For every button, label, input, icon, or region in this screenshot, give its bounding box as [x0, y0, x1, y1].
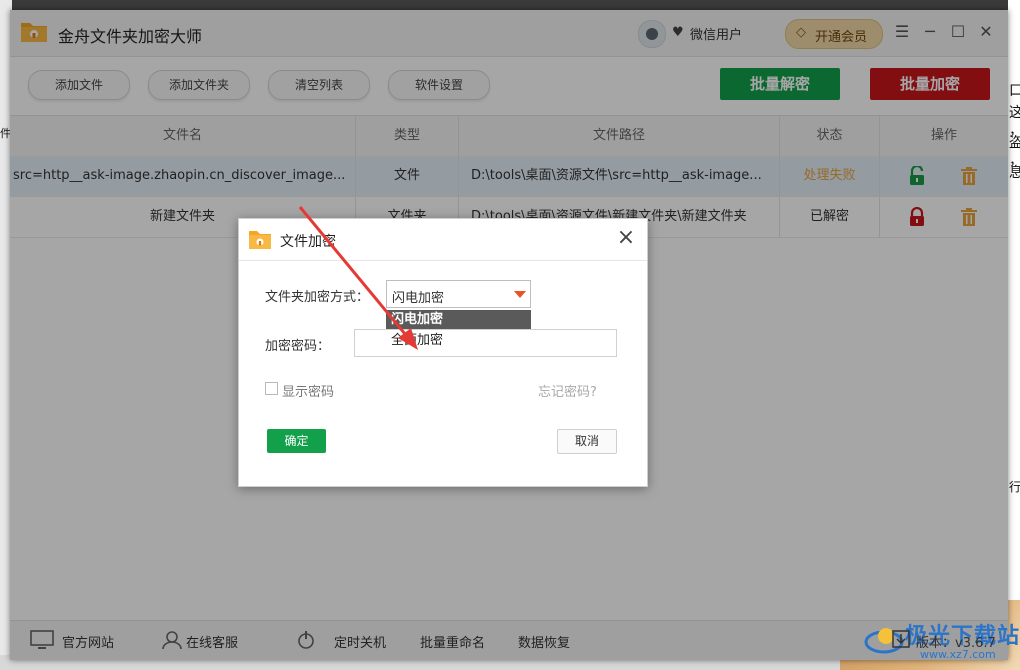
folder-lock-logo-icon	[249, 231, 271, 249]
select-value: 闪电加密	[392, 291, 445, 306]
encrypt-dialog: 文件加密 × 文件夹加密方式： 闪电加密 加密密码： 闪电加密 全面加密 显示密…	[238, 218, 648, 487]
desktop-right-char: 这	[1009, 105, 1020, 121]
show-password-label[interactable]: 显示密码	[282, 381, 334, 400]
desktop-right-char: 息	[1009, 165, 1020, 181]
chevron-down-icon	[514, 291, 526, 298]
password-label: 加密密码：	[265, 339, 331, 354]
encrypt-method-dropdown: 闪电加密 全面加密	[386, 310, 531, 354]
encrypt-method-label: 文件夹加密方式：	[265, 290, 370, 305]
desktop-right-edge	[1008, 0, 1020, 670]
dropdown-option[interactable]: 全面加密	[386, 330, 531, 352]
dropdown-option[interactable]: 闪电加密	[386, 310, 531, 329]
desktop-right-char: 口	[1009, 83, 1020, 99]
encrypt-method-select[interactable]: 闪电加密	[386, 280, 531, 308]
show-password-checkbox[interactable]	[265, 382, 278, 395]
dialog-close-icon[interactable]: ×	[613, 225, 639, 251]
forgot-password-link[interactable]: 忘记密码?	[538, 381, 597, 400]
dialog-title: 文件加密	[280, 234, 336, 250]
download-icon	[892, 630, 910, 648]
dialog-header: 文件加密 ×	[239, 219, 647, 261]
confirm-button[interactable]: 确定	[267, 429, 326, 453]
cancel-button[interactable]: 取消	[557, 429, 617, 454]
version-label: 版本：v3.6.7	[916, 636, 996, 651]
desktop-right-char: 行	[1009, 480, 1020, 494]
desktop-right-char: 盗	[1009, 135, 1020, 151]
